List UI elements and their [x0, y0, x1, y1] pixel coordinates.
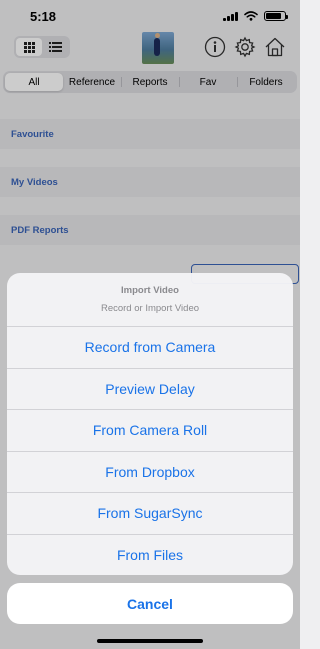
preview-delay-button[interactable]: Preview Delay: [7, 369, 293, 410]
from-files-button[interactable]: From Files: [7, 535, 293, 576]
home-indicator[interactable]: [97, 639, 203, 643]
action-sheet-header: Import Video Record or Import Video: [7, 273, 293, 327]
action-sheet-title: Import Video: [121, 285, 179, 296]
from-camera-roll-button[interactable]: From Camera Roll: [7, 410, 293, 452]
from-dropbox-button[interactable]: From Dropbox: [7, 452, 293, 493]
from-sugarsync-button[interactable]: From SugarSync: [7, 493, 293, 535]
record-from-camera-button[interactable]: Record from Camera: [7, 327, 293, 369]
import-video-action-sheet: Import Video Record or Import Video Reco…: [7, 273, 293, 575]
action-sheet-message: Record or Import Video: [100, 303, 200, 314]
cancel-button[interactable]: Cancel: [7, 583, 293, 624]
